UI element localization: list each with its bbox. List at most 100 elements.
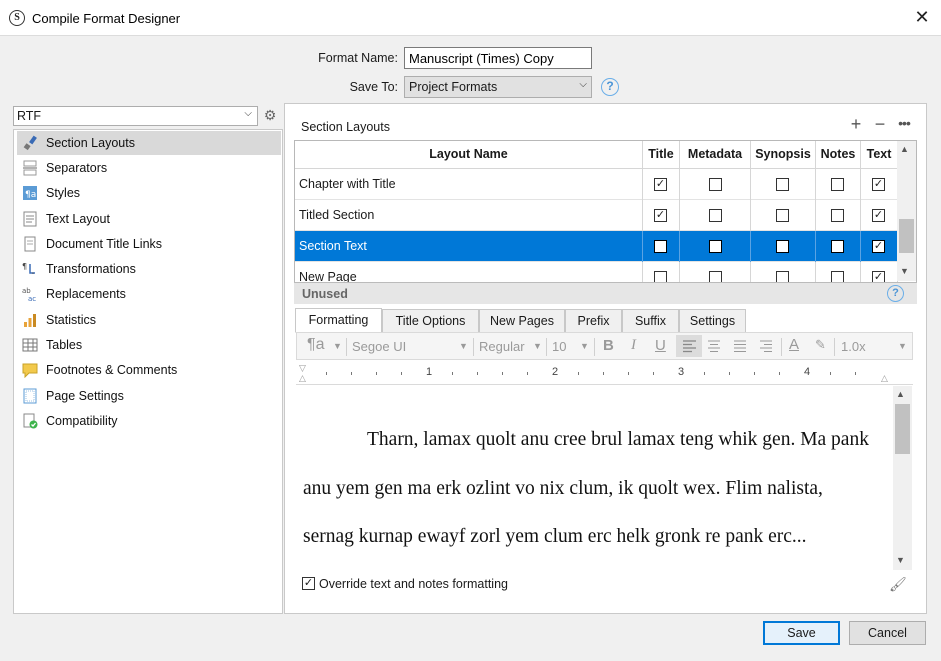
checkbox-text[interactable]: ✓ — [872, 240, 885, 253]
font-size-select[interactable]: 10 — [552, 339, 566, 354]
column-header-layout-name[interactable]: Layout Name — [295, 141, 643, 169]
sidebar-item-statistics[interactable]: Statistics — [17, 308, 281, 332]
sidebar-item-document-title-links[interactable]: Document Title Links — [17, 232, 281, 256]
sidebar-item-styles[interactable]: ¶a Styles — [17, 181, 281, 205]
more-options-icon[interactable]: ••• — [896, 116, 912, 133]
tab-prefix[interactable]: Prefix — [565, 309, 622, 333]
svg-text:ab: ab — [22, 287, 31, 295]
note-icon — [22, 363, 38, 378]
tab-title-options[interactable]: Title Options — [382, 309, 479, 333]
override-formatting-row: ✓ Override text and notes formatting 🖌 — [296, 572, 913, 596]
override-formatting-label[interactable]: Override text and notes formatting — [319, 577, 508, 591]
document-icon — [24, 236, 36, 252]
column-header-text[interactable]: Text — [861, 141, 898, 169]
sidebar-item-tables[interactable]: Tables — [17, 333, 281, 357]
page-icon — [23, 388, 37, 404]
close-button[interactable]: ✕ — [906, 2, 938, 34]
section-layouts-table: Layout Name Title Metadata Synopsis Note… — [294, 140, 917, 304]
tab-suffix[interactable]: Suffix — [622, 309, 679, 333]
column-header-notes[interactable]: Notes — [816, 141, 861, 169]
checkbox-text[interactable]: ✓ — [872, 209, 885, 222]
checkbox-title[interactable]: ✓ — [654, 178, 667, 191]
transformations-icon: ¶" — [22, 262, 35, 277]
sidebar-item-separators[interactable]: Separators — [17, 156, 281, 180]
table-row[interactable]: Chapter with Title ✓ ✓ — [295, 169, 898, 200]
help-icon[interactable]: ? — [887, 285, 904, 302]
format-name-input[interactable] — [404, 47, 592, 69]
svg-text:¶a: ¶a — [25, 190, 36, 200]
override-formatting-checkbox[interactable]: ✓ — [302, 577, 315, 590]
format-name-label: Format Name: — [318, 51, 398, 65]
sidebar-item-transformations[interactable]: ¶ " Transformations — [17, 257, 281, 281]
scrollbar-thumb[interactable] — [899, 219, 914, 253]
column-header-title[interactable]: Title — [643, 141, 680, 169]
underline-icon[interactable]: U — [655, 337, 666, 354]
table-row-selected[interactable]: Section Text ✓ — [295, 231, 898, 262]
right-indent-marker-icon[interactable]: △ — [881, 373, 888, 384]
scroll-up-icon[interactable]: ▲ — [896, 389, 905, 399]
scroll-up-icon[interactable]: ▲ — [900, 144, 909, 154]
table-row[interactable]: Titled Section ✓ ✓ — [295, 200, 898, 231]
cancel-button[interactable]: Cancel — [849, 621, 926, 645]
checkbox-notes[interactable] — [831, 240, 844, 253]
checkbox-synopsis[interactable] — [776, 209, 789, 222]
align-justify-icon[interactable] — [732, 338, 748, 354]
sample-text: Tharn, lamax quolt anu cree brul lamax t… — [303, 429, 869, 547]
scroll-down-icon[interactable]: ▼ — [896, 555, 905, 565]
scrollbar-thumb[interactable] — [895, 404, 910, 454]
align-left-button-active[interactable] — [676, 335, 702, 357]
sidebar-item-text-layout[interactable]: Text Layout — [17, 207, 281, 231]
sidebar-item-footnotes-comments[interactable]: Footnotes & Comments — [17, 358, 281, 382]
text-color-icon[interactable]: A — [789, 336, 799, 353]
gear-icon[interactable]: ⚙ — [263, 108, 277, 122]
sidebar-item-page-settings[interactable]: Page Settings — [17, 384, 281, 408]
indent-marker-icon[interactable]: △ — [299, 373, 306, 384]
sidebar-item-section-layouts[interactable]: Section Layouts — [17, 131, 281, 155]
format-brush-icon[interactable]: 🖌 — [889, 576, 907, 593]
svg-text:¶: ¶ — [22, 262, 27, 271]
line-spacing-select[interactable]: 1.0x — [841, 339, 866, 354]
tab-settings[interactable]: Settings — [679, 309, 746, 333]
table-scrollbar[interactable]: ▲ ▼ — [897, 141, 916, 281]
tab-new-pages[interactable]: New Pages — [479, 309, 565, 333]
checkbox-notes[interactable] — [831, 178, 844, 191]
checkbox-synopsis[interactable] — [776, 178, 789, 191]
paintbrush-icon — [23, 135, 37, 151]
remove-layout-button[interactable]: − — [872, 115, 888, 133]
checkbox-metadata[interactable] — [709, 209, 722, 222]
save-button[interactable]: Save — [763, 621, 840, 645]
output-type-select[interactable]: RTF ⌵ — [13, 106, 258, 126]
font-style-select[interactable]: Regular — [479, 339, 525, 354]
checkbox-metadata[interactable] — [709, 178, 722, 191]
sample-text-editor[interactable]: Tharn, lamax quolt anu cree brul lamax t… — [296, 386, 892, 570]
highlight-icon[interactable]: ✎ — [815, 337, 826, 353]
help-icon[interactable]: ? — [601, 78, 619, 96]
checkbox-notes[interactable] — [831, 209, 844, 222]
scroll-down-icon[interactable]: ▼ — [900, 266, 909, 276]
save-to-select[interactable]: Project Formats ⌵ — [404, 76, 592, 98]
sidebar-item-replacements[interactable]: ab ac Replacements — [17, 282, 281, 306]
italic-icon[interactable]: I — [631, 337, 636, 354]
add-layout-button[interactable]: + — [848, 115, 864, 133]
align-right-icon[interactable] — [758, 338, 774, 354]
editor-scrollbar[interactable]: ▲ ▼ — [893, 386, 912, 570]
chevron-down-icon: ▼ — [580, 341, 589, 351]
checkbox-synopsis[interactable] — [776, 240, 789, 253]
tab-formatting[interactable]: Formatting — [295, 308, 382, 333]
checkbox-title[interactable] — [654, 240, 667, 253]
chevron-down-icon: ▼ — [333, 341, 342, 351]
ruler[interactable]: ▽ △ 1 2 3 4 △ — [296, 361, 913, 385]
font-family-select[interactable]: Segoe UI — [352, 339, 406, 354]
column-header-synopsis[interactable]: Synopsis — [751, 141, 816, 169]
section-layouts-title: Section Layouts — [301, 120, 390, 134]
paragraph-style-icon[interactable]: ¶a — [307, 336, 325, 354]
unused-layouts-bar[interactable]: Unused ? — [294, 282, 917, 304]
align-center-icon[interactable] — [706, 338, 722, 354]
checkbox-text[interactable]: ✓ — [872, 178, 885, 191]
window-title: Compile Format Designer — [32, 11, 181, 26]
column-header-metadata[interactable]: Metadata — [680, 141, 751, 169]
checkbox-metadata[interactable] — [709, 240, 722, 253]
bold-icon[interactable]: B — [603, 337, 614, 354]
checkbox-title[interactable]: ✓ — [654, 209, 667, 222]
sidebar-item-compatibility[interactable]: Compatibility — [17, 409, 281, 433]
